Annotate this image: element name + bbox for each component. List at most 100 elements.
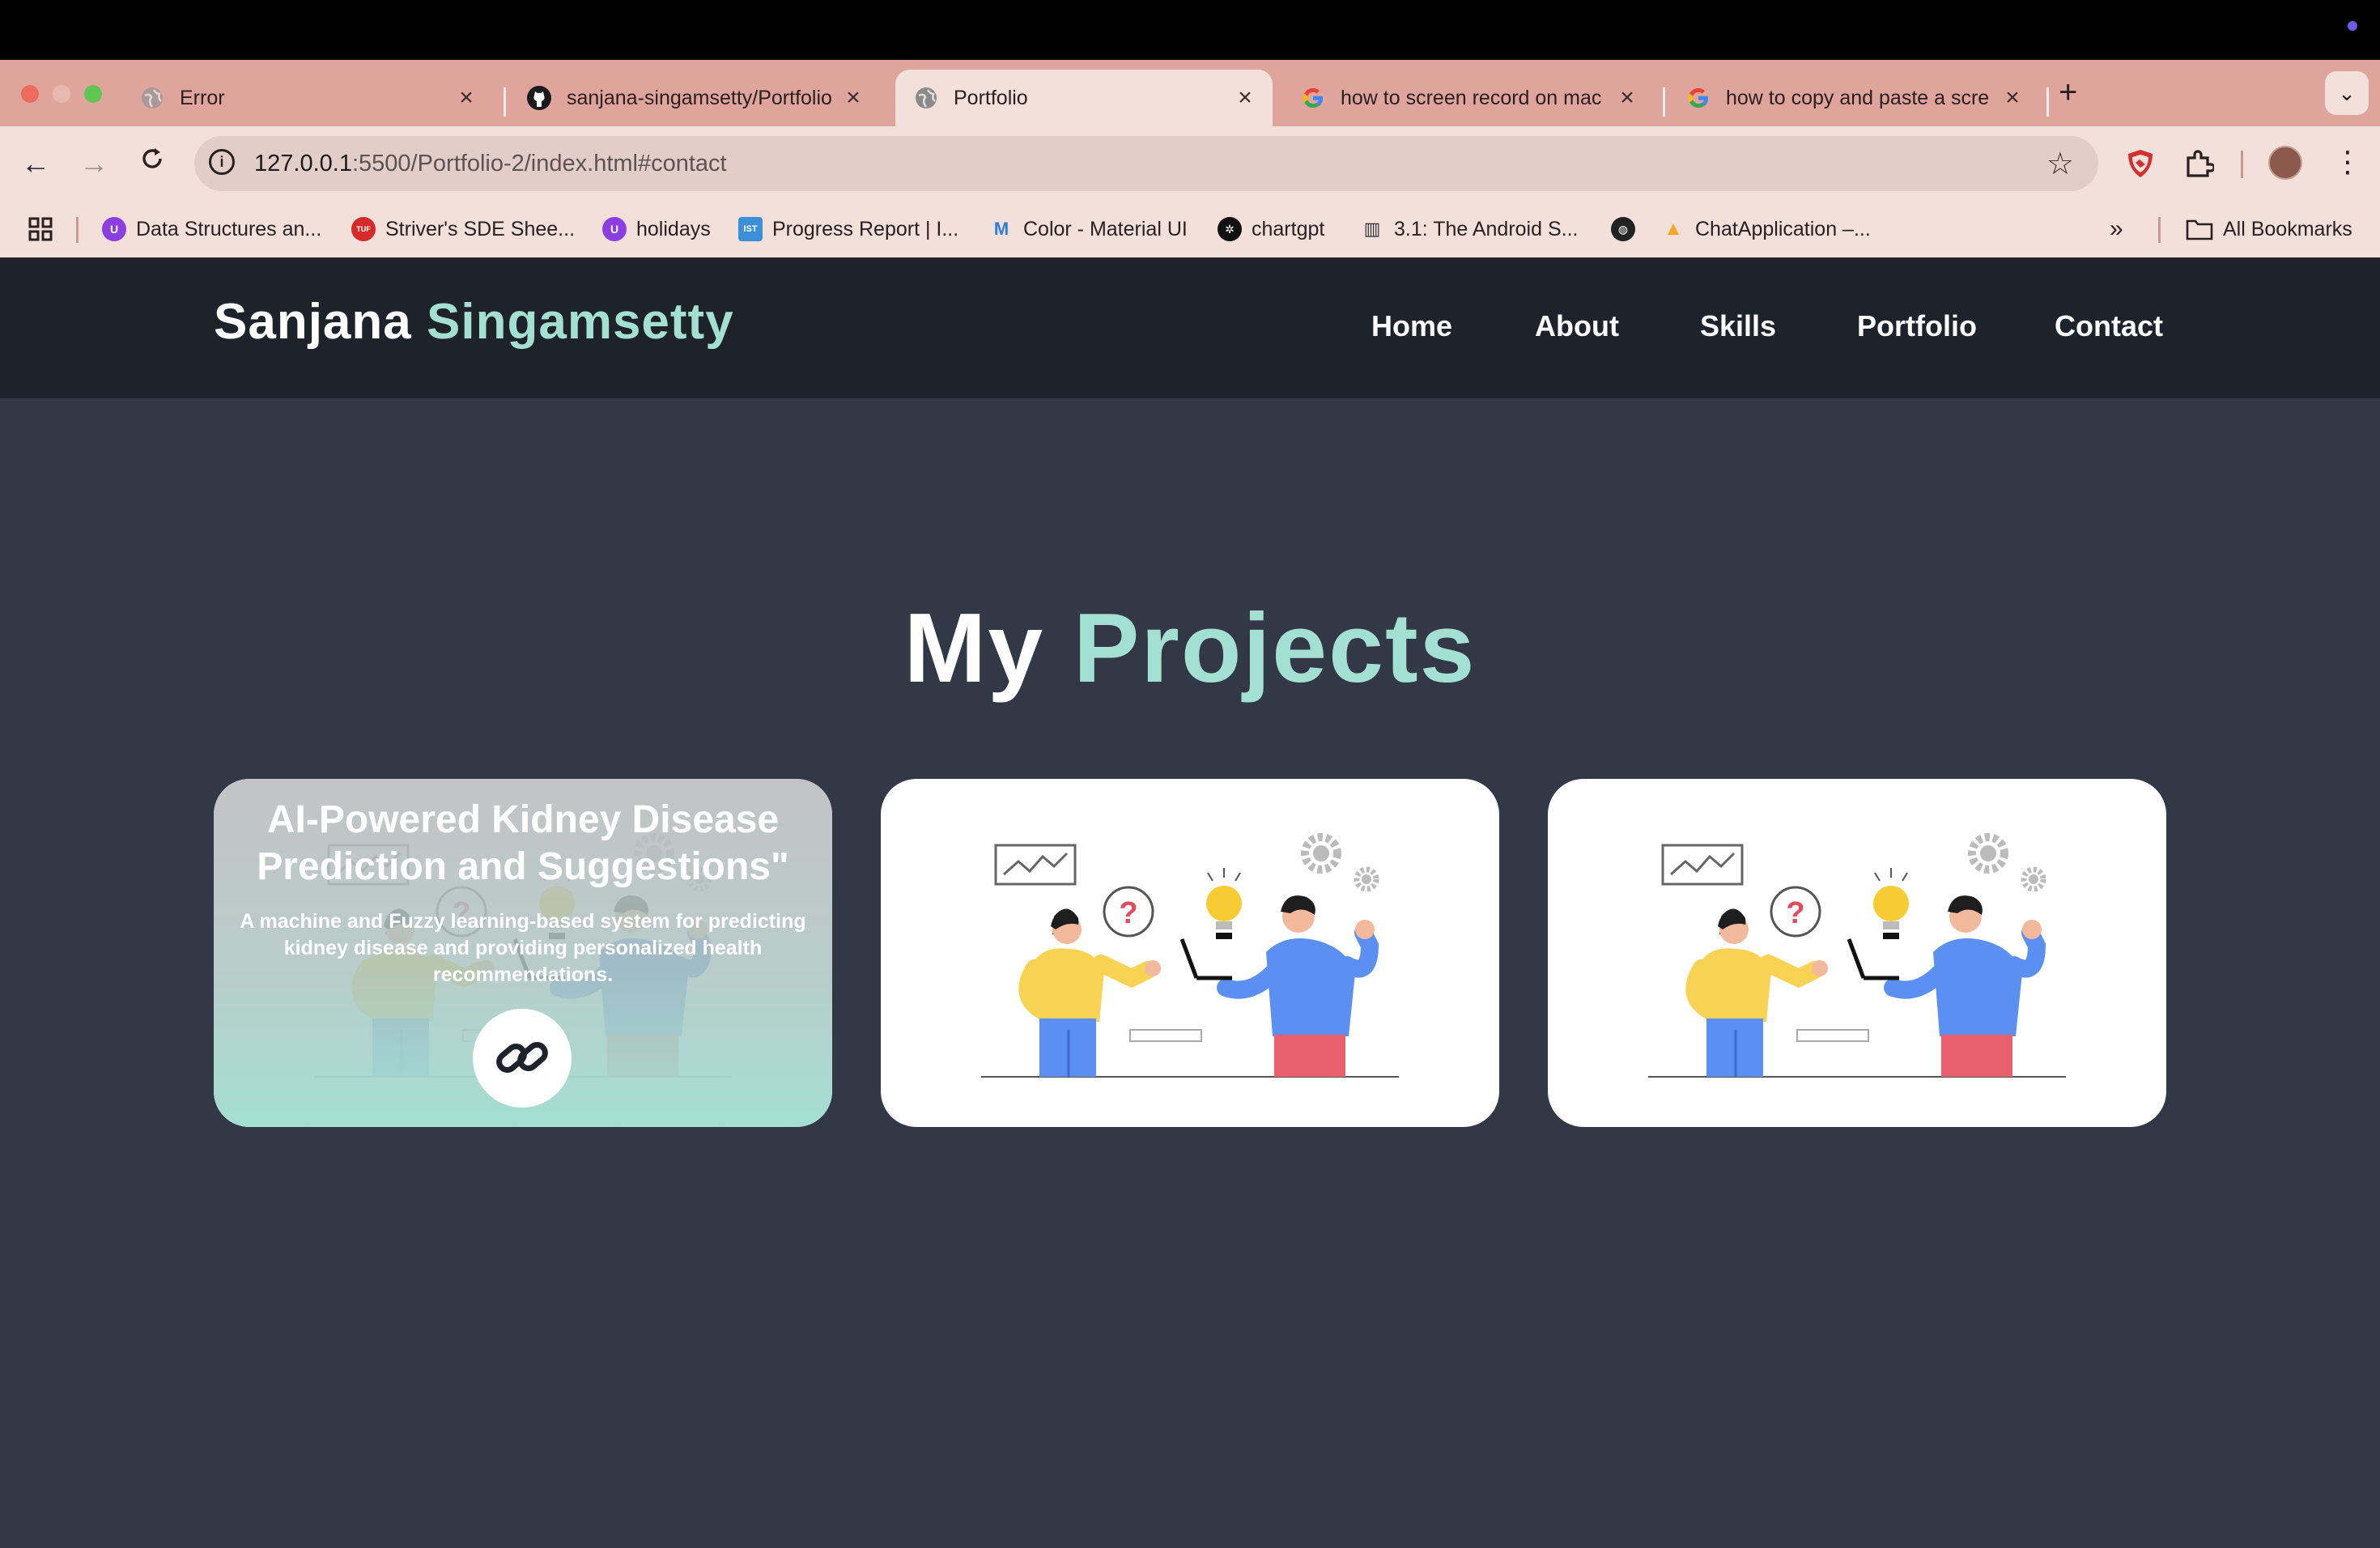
tab-title: how to copy and paste a scre bbox=[1726, 86, 1990, 109]
bookmark-chartgpt[interactable]: ✲ chartgpt bbox=[1218, 215, 1324, 243]
nav-about[interactable]: About bbox=[1535, 309, 1619, 343]
tab-title: Portfolio bbox=[954, 86, 1028, 109]
bookmark-data-structures[interactable]: U Data Structures an... bbox=[102, 215, 321, 243]
logo-last-name: Singamsetty bbox=[427, 294, 734, 350]
globe-icon bbox=[139, 85, 165, 111]
close-icon[interactable]: × bbox=[1611, 84, 1643, 112]
project-description: A machine and Fuzzy learning-based syste… bbox=[240, 910, 806, 986]
google-icon bbox=[1300, 85, 1326, 111]
bookmarks-overflow-button[interactable]: » bbox=[2110, 215, 2123, 243]
tab-title: Error bbox=[180, 86, 225, 109]
nav-home[interactable]: Home bbox=[1371, 309, 1452, 343]
window-close-button[interactable] bbox=[21, 85, 39, 103]
close-icon[interactable]: × bbox=[837, 84, 869, 112]
section-title-first: My bbox=[903, 593, 1045, 703]
tab-screen-record[interactable]: how to screen record on mac × bbox=[1282, 70, 1655, 126]
tab-github[interactable]: sanjana-singamsetty/Portfolio × bbox=[508, 70, 881, 126]
globe-icon: ◍ bbox=[1611, 217, 1635, 241]
bookmark-label: ChatApplication –... bbox=[1695, 217, 1871, 240]
bookmark-globe[interactable]: ◍ bbox=[1611, 215, 1635, 243]
reload-button[interactable] bbox=[133, 144, 172, 183]
openai-icon: ✲ bbox=[1218, 217, 1242, 241]
browser-toolbar: ← → i 127.0.0.1:5500/Portfolio-2/index.h… bbox=[0, 126, 2380, 201]
nav-portfolio[interactable]: Portfolio bbox=[1857, 309, 1977, 343]
bookmark-label: Progress Report | I... bbox=[772, 217, 959, 240]
new-tab-button[interactable]: + bbox=[2059, 74, 2077, 110]
extensions-puzzle-icon[interactable] bbox=[2181, 146, 2216, 181]
nav-skills[interactable]: Skills bbox=[1700, 309, 1776, 343]
book-icon: ▥ bbox=[1363, 219, 1381, 239]
tab-strip: Error × sanjana-singamsetty/Portfolio × … bbox=[0, 60, 2380, 126]
reload-icon bbox=[142, 148, 162, 168]
url-host: 127.0.0.1 bbox=[254, 151, 352, 176]
bookmark-material-ui[interactable]: M Color - Material UI bbox=[989, 215, 1188, 243]
os-menu-bar bbox=[0, 0, 2380, 60]
section-title: My Projects bbox=[0, 591, 2380, 704]
mui-icon: M bbox=[993, 219, 1009, 239]
bookmark-label: Data Structures an... bbox=[136, 217, 322, 240]
tab-divider bbox=[1663, 87, 1665, 117]
bookmark-progress-report[interactable]: IST Progress Report | I... bbox=[738, 215, 958, 243]
firebase-icon: ▲ bbox=[1664, 218, 1683, 240]
close-icon[interactable]: × bbox=[1229, 84, 1261, 112]
bookmark-label: chartgpt bbox=[1252, 217, 1325, 240]
site-logo[interactable]: Sanjana Singamsetty bbox=[214, 293, 734, 351]
project-title: AI-Powered Kidney Disease Prediction and… bbox=[257, 798, 789, 888]
nav-contact[interactable]: Contact bbox=[2055, 309, 2163, 343]
tab-divider bbox=[2046, 87, 2049, 117]
section-title-accent: Projects bbox=[1073, 593, 1477, 703]
url-text[interactable]: 127.0.0.1:5500/Portfolio-2/index.html#co… bbox=[254, 151, 727, 177]
forward-button[interactable]: → bbox=[74, 144, 113, 183]
google-icon bbox=[1685, 85, 1711, 111]
window-zoom-button[interactable] bbox=[84, 85, 102, 103]
purple-u-icon: U bbox=[602, 217, 627, 241]
tab-error[interactable]: Error × bbox=[121, 70, 494, 126]
project-card[interactable] bbox=[1548, 779, 2166, 1127]
tab-portfolio[interactable]: Portfolio × bbox=[895, 70, 1273, 126]
profile-avatar[interactable] bbox=[2268, 146, 2302, 180]
bookmarks-bar: U Data Structures an... TUF Striver's SD… bbox=[0, 201, 2380, 257]
project-illustration bbox=[1548, 779, 2166, 1127]
all-bookmarks-label: All Bookmarks bbox=[2223, 217, 2352, 240]
bookmark-strivers-sde[interactable]: TUF Striver's SDE Shee... bbox=[351, 215, 575, 243]
window-minimize-button[interactable] bbox=[53, 85, 70, 103]
menu-kebab-icon[interactable]: ⋮ bbox=[2333, 141, 2362, 183]
all-bookmarks-button[interactable]: All Bookmarks bbox=[2186, 215, 2352, 243]
bookmark-label: holidays bbox=[636, 217, 711, 240]
link-icon bbox=[487, 1026, 558, 1091]
tab-copy-paste[interactable]: how to copy and paste a scre × bbox=[1668, 70, 2040, 126]
bookmark-label: Striver's SDE Shee... bbox=[385, 217, 576, 240]
bookmarks-divider bbox=[2158, 217, 2161, 243]
ist-icon: IST bbox=[738, 217, 763, 241]
github-icon bbox=[526, 85, 552, 111]
close-icon[interactable]: × bbox=[1996, 84, 2029, 112]
bookmark-android[interactable]: ▥ 3.1: The Android S... bbox=[1360, 215, 1579, 243]
toolbar-divider bbox=[2241, 151, 2243, 178]
tab-search-button[interactable]: ⌄ bbox=[2325, 71, 2369, 115]
bookmark-star-icon[interactable]: ☆ bbox=[2046, 146, 2074, 182]
apps-grid-icon[interactable] bbox=[28, 215, 53, 243]
project-card[interactable]: AI-Powered Kidney Disease Prediction and… bbox=[214, 779, 832, 1127]
bookmark-chat-application[interactable]: ▲ ChatApplication –... bbox=[1661, 215, 1871, 243]
bookmarks-divider bbox=[76, 217, 79, 243]
back-button[interactable]: ← bbox=[16, 144, 55, 183]
bookmark-label: 3.1: The Android S... bbox=[1394, 217, 1579, 240]
tuf-icon: TUF bbox=[351, 217, 376, 241]
url-path: :5500/Portfolio-2/index.html#contact bbox=[351, 151, 727, 176]
tab-divider bbox=[504, 87, 506, 117]
tab-title: sanjana-singamsetty/Portfolio bbox=[567, 86, 832, 109]
project-card[interactable] bbox=[881, 779, 1499, 1127]
site-header: Sanjana Singamsetty Home About Skills Po… bbox=[0, 257, 2380, 398]
status-dot-icon bbox=[2348, 21, 2357, 31]
bookmark-holidays[interactable]: U holidays bbox=[602, 215, 711, 243]
site-info-icon[interactable]: i bbox=[209, 149, 235, 175]
shield-extension-icon[interactable] bbox=[2123, 146, 2158, 181]
folder-icon bbox=[2186, 219, 2213, 240]
purple-u-icon: U bbox=[102, 217, 126, 241]
project-link-button[interactable] bbox=[473, 1009, 572, 1108]
project-illustration bbox=[881, 779, 1499, 1127]
globe-icon bbox=[913, 85, 939, 111]
bookmark-label: Color - Material UI bbox=[1023, 217, 1188, 240]
address-bar[interactable]: i 127.0.0.1:5500/Portfolio-2/index.html#… bbox=[194, 136, 2098, 191]
close-icon[interactable]: × bbox=[450, 84, 482, 112]
